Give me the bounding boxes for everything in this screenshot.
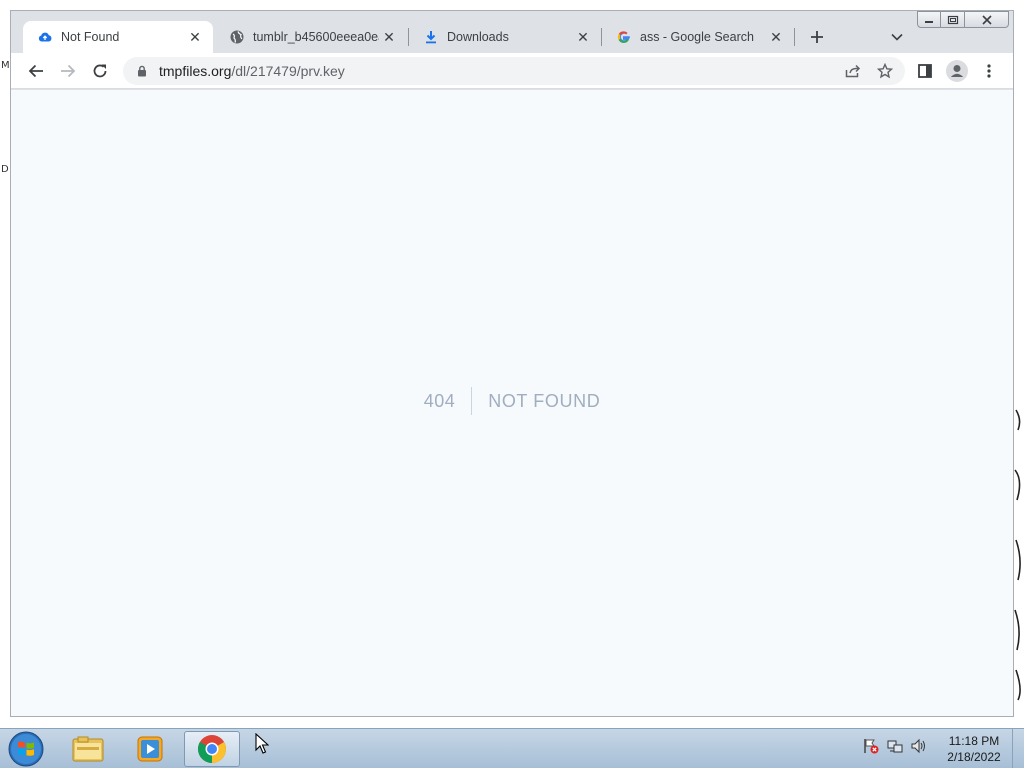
- profile-button[interactable]: [943, 57, 971, 85]
- minimize-icon: [925, 20, 933, 23]
- star-icon: [877, 63, 893, 79]
- desktop-icon-label: D: [1, 164, 9, 175]
- window-close-button[interactable]: [965, 11, 1009, 28]
- tab-separator: [794, 28, 795, 46]
- system-tray: [862, 737, 928, 755]
- error-message: 404 Not Found: [11, 386, 1013, 416]
- arrow-left-icon: [28, 64, 43, 78]
- tab-not-found[interactable]: Not Found ✕: [23, 21, 213, 53]
- taskbar-media-player[interactable]: [122, 731, 178, 767]
- network-icon[interactable]: [886, 737, 904, 755]
- close-icon: [981, 14, 992, 25]
- tab-title: tumblr_b45600eeea0ea: [253, 30, 379, 44]
- clock-date: 2/18/2022: [947, 750, 1001, 764]
- back-button[interactable]: [22, 57, 50, 85]
- tab-strip: Not Found ✕ tumblr_b45600eeea0ea ✕ Downl…: [11, 11, 1013, 53]
- download-icon: [423, 29, 439, 45]
- globe-icon: [229, 29, 245, 45]
- tab-title: ass - Google Search: [640, 30, 754, 44]
- url-text: tmpfiles.org/dl/217479/prv.key: [159, 63, 345, 79]
- tab-title: Not Found: [61, 30, 120, 44]
- tab-title: Downloads: [447, 30, 509, 44]
- show-desktop-button[interactable]: [1012, 729, 1024, 768]
- avatar-icon: [946, 60, 968, 82]
- browser-window: Not Found ✕ tumblr_b45600eeea0ea ✕ Downl…: [10, 10, 1014, 717]
- close-icon[interactable]: ✕: [185, 27, 205, 47]
- bookmark-button[interactable]: [871, 57, 899, 85]
- windows-logo-icon: [8, 731, 44, 767]
- new-tab-button[interactable]: [805, 25, 829, 49]
- desktop-wallpaper-edge: [1014, 0, 1024, 728]
- taskbar-file-explorer[interactable]: [60, 731, 116, 767]
- volume-icon[interactable]: [910, 737, 928, 755]
- page-content: 404 Not Found: [11, 90, 1013, 716]
- share-button[interactable]: [839, 57, 867, 85]
- forward-button[interactable]: [54, 57, 82, 85]
- file-explorer-icon: [72, 736, 104, 762]
- error-code: 404: [424, 387, 473, 415]
- side-panel-icon: [918, 64, 932, 78]
- chevron-down-icon: [891, 33, 903, 41]
- tab-search-button[interactable]: [885, 25, 909, 49]
- share-icon: [845, 64, 861, 78]
- reload-icon: [93, 64, 107, 78]
- mouse-cursor-icon: [255, 733, 269, 754]
- wallpaper-swirl: [1014, 409, 1021, 701]
- address-bar[interactable]: tmpfiles.org/dl/217479/prv.key: [123, 57, 905, 85]
- desktop-icon-label: M: [1, 60, 10, 71]
- close-icon[interactable]: ✕: [379, 27, 399, 47]
- lock-icon[interactable]: [135, 64, 149, 78]
- taskbar: 11:18 PM 2/18/2022: [0, 728, 1024, 768]
- more-vert-icon: [987, 64, 991, 78]
- menu-button[interactable]: [975, 57, 1003, 85]
- taskbar-chrome[interactable]: [184, 731, 240, 767]
- tab-downloads[interactable]: Downloads ✕: [409, 21, 601, 53]
- url-host: tmpfiles.org: [159, 63, 232, 79]
- plus-icon: [811, 31, 823, 43]
- side-panel-button[interactable]: [911, 57, 939, 85]
- system-clock[interactable]: 11:18 PM 2/18/2022: [940, 733, 1008, 765]
- tab-tumblr[interactable]: tumblr_b45600eeea0ea ✕: [215, 21, 407, 53]
- start-button[interactable]: [6, 731, 46, 767]
- window-controls: [917, 11, 1009, 29]
- chrome-icon: [198, 735, 226, 763]
- restore-button[interactable]: [941, 11, 965, 28]
- media-player-icon: [137, 736, 163, 762]
- close-icon[interactable]: ✕: [766, 27, 786, 47]
- url-path: /dl/217479/prv.key: [231, 63, 345, 79]
- restore-icon: [947, 15, 958, 24]
- minimize-button[interactable]: [917, 11, 941, 28]
- arrow-right-icon: [61, 64, 76, 78]
- reload-button[interactable]: [86, 57, 114, 85]
- desktop-left-edge: M D: [0, 0, 10, 728]
- error-text: Not Found: [488, 390, 601, 411]
- close-icon[interactable]: ✕: [573, 27, 593, 47]
- google-icon: [616, 29, 632, 45]
- clock-time: 11:18 PM: [948, 734, 1000, 748]
- action-center-flag-icon[interactable]: [862, 737, 880, 755]
- browser-toolbar: tmpfiles.org/dl/217479/prv.key: [11, 53, 1013, 89]
- cloud-upload-icon: [37, 29, 53, 45]
- tab-google-search[interactable]: ass - Google Search ✕: [602, 21, 794, 53]
